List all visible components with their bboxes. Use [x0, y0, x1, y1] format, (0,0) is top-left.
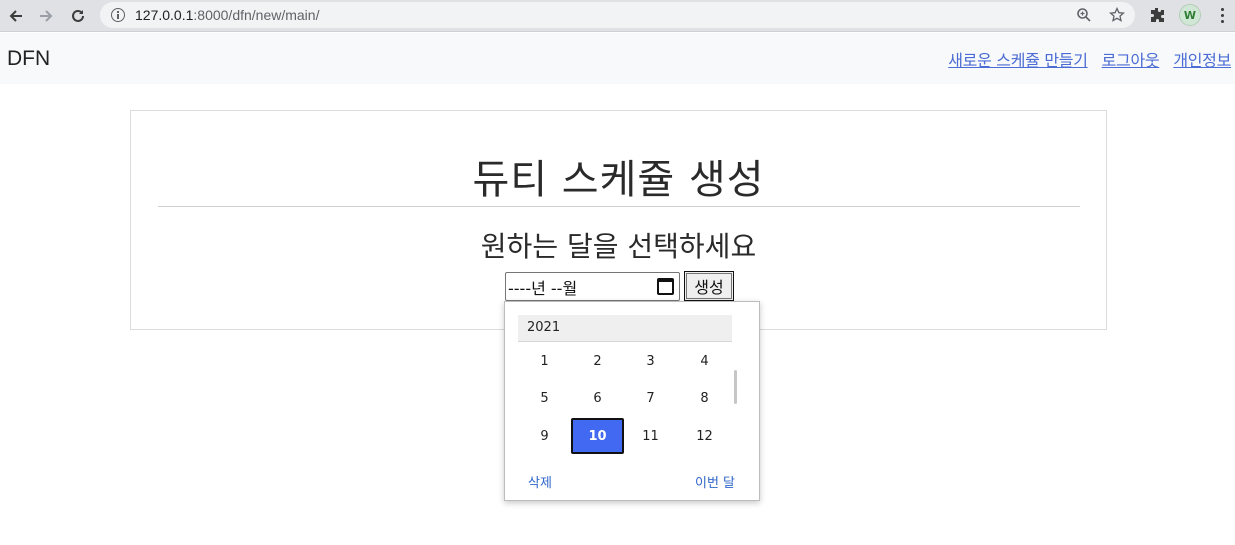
calendar-icon[interactable]	[657, 278, 674, 295]
site-navbar: DFN 새로운 스케쥴 만들기 로그아웃 개인정보	[0, 33, 1235, 84]
zoom-icon[interactable]	[1075, 6, 1093, 24]
month-cell-6[interactable]: 6	[571, 380, 624, 416]
bookmark-star-icon[interactable]	[1108, 6, 1126, 24]
page-subtitle: 원하는 달을 선택하세요	[480, 230, 757, 263]
back-arrow-icon	[9, 10, 22, 22]
month-cell-5[interactable]: 5	[518, 380, 571, 416]
create-button[interactable]: 생성	[684, 271, 734, 301]
site-info-icon[interactable]	[111, 8, 125, 22]
month-input[interactable]: ----년 --월	[505, 272, 680, 301]
month-cell-3[interactable]: 3	[624, 343, 677, 379]
month-input-value: ----년 --월	[508, 278, 578, 298]
brand-logo[interactable]: DFN	[7, 47, 50, 71]
reload-icon	[72, 9, 84, 22]
forward-button[interactable]	[34, 4, 58, 28]
month-cell-2[interactable]: 2	[571, 343, 624, 379]
address-bar[interactable]: 127.0.0.1:8000/dfn/new/main/	[100, 2, 1135, 28]
nav-link-new-schedule[interactable]: 새로운 스케쥴 만들기	[948, 47, 1088, 71]
picker-year-header[interactable]: 2021	[518, 315, 732, 342]
month-cell-1[interactable]: 1	[518, 343, 571, 379]
url-text: 127.0.0.1:8000/dfn/new/main/	[135, 7, 320, 23]
divider	[158, 206, 1080, 207]
month-cell-4[interactable]: 4	[678, 343, 731, 379]
month-cell-9[interactable]: 9	[518, 418, 571, 454]
nav-links: 새로운 스케쥴 만들기 로그아웃 개인정보	[948, 47, 1231, 71]
month-cell-11[interactable]: 11	[624, 418, 677, 454]
month-picker-popup: 2021 1 2 3 4 5 6 7 8 9 10 11 12 삭제 이번 달	[504, 301, 760, 501]
back-button[interactable]	[4, 4, 28, 28]
nav-link-profile[interactable]: 개인정보	[1173, 47, 1231, 71]
month-cell-7[interactable]: 7	[624, 380, 677, 416]
month-cell-12[interactable]: 12	[678, 418, 731, 454]
profile-avatar[interactable]: W	[1179, 4, 1201, 26]
picker-scrollbar[interactable]	[734, 370, 737, 404]
page-title: 듀티 스케쥴 생성	[472, 157, 765, 203]
month-cell-8[interactable]: 8	[678, 380, 731, 416]
extensions-puzzle-icon[interactable]	[1147, 5, 1167, 25]
picker-clear-button[interactable]: 삭제	[528, 472, 552, 491]
month-cell-10-selected[interactable]: 10	[571, 418, 624, 454]
nav-link-logout[interactable]: 로그아웃	[1102, 47, 1160, 71]
browser-toolbar: 127.0.0.1:8000/dfn/new/main/ W	[0, 0, 1235, 32]
forward-arrow-icon	[40, 10, 53, 22]
reload-button[interactable]	[66, 4, 90, 28]
picker-this-month-button[interactable]: 이번 달	[695, 472, 735, 491]
schedule-create-card: 듀티 스케쥴 생성 원하는 달을 선택하세요 ----년 --월 생성	[130, 110, 1107, 330]
browser-menu-icon[interactable]	[1214, 4, 1230, 26]
